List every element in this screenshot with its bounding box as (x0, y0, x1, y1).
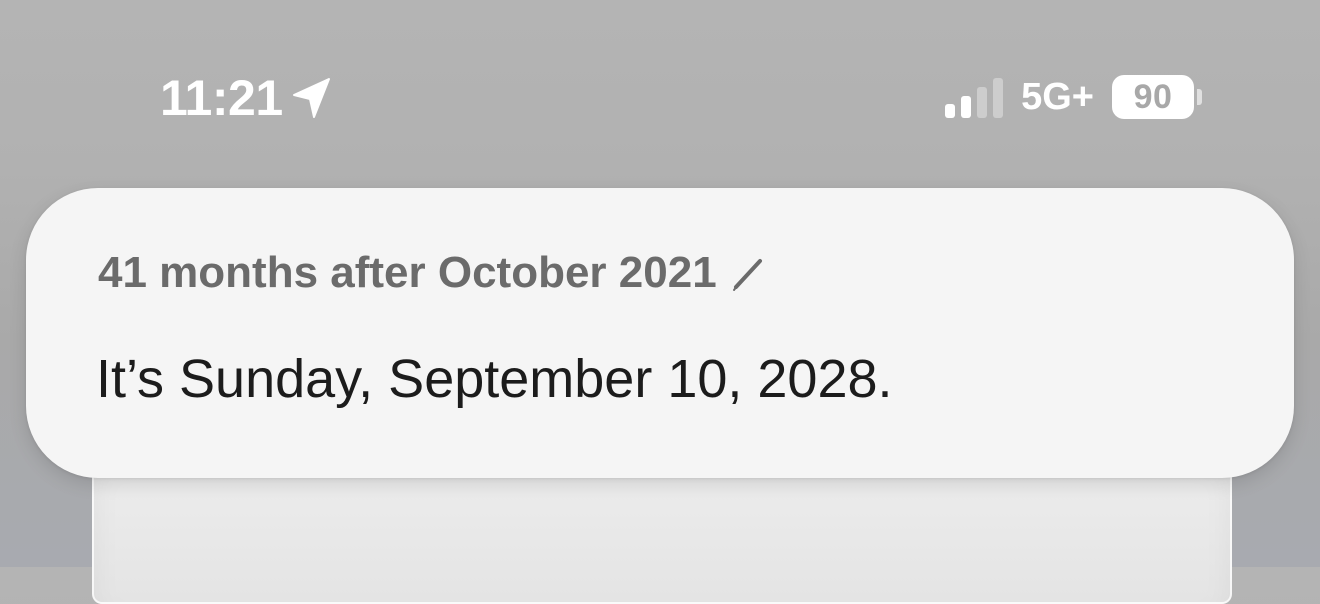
network-type: 5G+ (1021, 75, 1094, 118)
query-text: 41 months after October 2021 (98, 248, 717, 297)
location-arrow-icon (292, 78, 330, 118)
signal-bar (961, 96, 972, 118)
battery-tip (1197, 89, 1202, 105)
signal-bar (993, 78, 1004, 118)
pencil-icon[interactable] (731, 253, 767, 293)
battery-body: 90 (1112, 75, 1194, 119)
siri-result-card[interactable]: 41 months after October 2021 It’s Sunday… (26, 188, 1294, 478)
signal-bar (945, 104, 956, 118)
time-group: 11:21 (160, 70, 331, 126)
answer-text: It’s Sunday, September 10, 2028. (96, 349, 893, 409)
status-time: 11:21 (160, 70, 283, 126)
battery-level: 90 (1133, 77, 1173, 116)
status-bar: 11:21 5G+ 90 (0, 0, 1320, 190)
query-row[interactable]: 41 months after October 2021 (98, 248, 767, 298)
signal-bar (977, 87, 988, 118)
battery-icon: 90 (1112, 75, 1202, 119)
status-right-group: 5G+ 90 (945, 72, 1202, 122)
cellular-signal-icon (945, 76, 1004, 118)
